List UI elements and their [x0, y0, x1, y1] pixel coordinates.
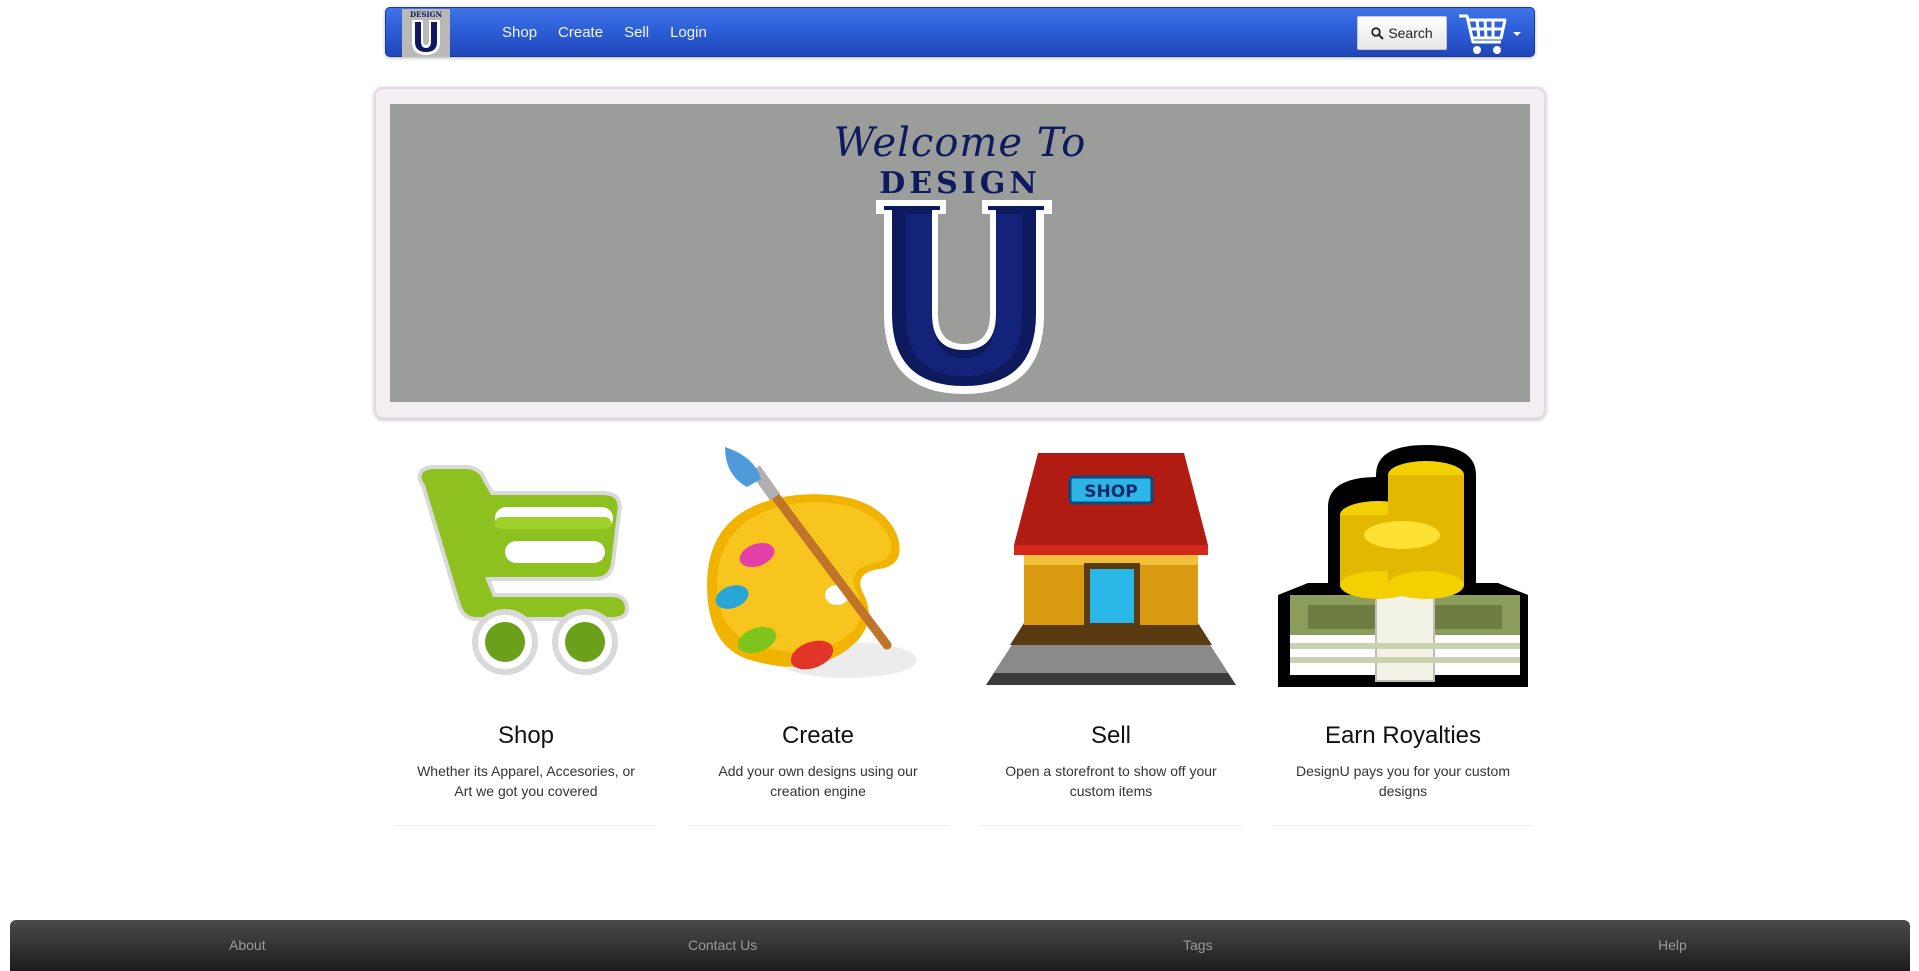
brand-logo[interactable]: DESIGN — [402, 9, 450, 57]
feature-description: Add your own designs using our creation … — [718, 763, 918, 799]
feature-title: Sell — [1090, 722, 1132, 749]
magnifier-icon — [1371, 26, 1385, 40]
feature-sell: SHOP Sell Open a storefront to show off … — [980, 445, 1242, 826]
feature-description: Open a storefront to show off your custo… — [1005, 763, 1217, 799]
search-label: Search — [1388, 25, 1433, 41]
footer-help-link[interactable]: Help — [1658, 937, 1687, 953]
feature-title: Shop — [497, 722, 555, 749]
brand-small-text: DESIGN — [410, 10, 443, 19]
footer-about-link[interactable]: About — [229, 937, 266, 953]
nav-sell-link[interactable]: Sell — [624, 24, 649, 41]
feature-create: Create Add your own designs using our cr… — [687, 445, 949, 826]
hero-image: Welcome To DESIGN — [390, 104, 1530, 402]
footer: About Contact Us Tags Help — [10, 920, 1910, 971]
design-u-logo — [876, 200, 1052, 394]
feature-description: Whether its Apparel, Accesories, or Art … — [417, 763, 635, 799]
top-navbar: DESIGN Shop Create Sell Login Search — [385, 7, 1535, 57]
nav-login-link[interactable]: Login — [670, 24, 707, 41]
chevron-down-icon[interactable] — [1513, 32, 1521, 36]
hero-welcome-text: Welcome To — [833, 120, 1087, 166]
feature-shop: Shop Whether its Apparel, Accesories, or… — [395, 445, 657, 826]
feature-title: Earn Royalties — [1324, 722, 1482, 749]
footer-tags-link[interactable]: Tags — [1183, 937, 1213, 953]
storefront-icon: SHOP — [986, 453, 1236, 685]
shop-sign-text: SHOP — [1084, 482, 1137, 502]
feature-earn-royalties: Earn Royalties DesignU pays you for your… — [1272, 445, 1534, 826]
nav-shop-link[interactable]: Shop — [502, 24, 537, 41]
money-stack-icon — [1278, 445, 1528, 687]
green-cart-icon — [417, 465, 630, 675]
search-button[interactable]: Search — [1357, 16, 1447, 50]
shopping-cart-icon — [1459, 14, 1507, 54]
paint-palette-icon — [707, 447, 917, 678]
feature-title: Create — [781, 722, 855, 749]
nav-links: Shop Create Sell Login — [502, 8, 728, 56]
feature-description: DesignU pays you for your custom designs — [1296, 763, 1510, 799]
nav-create-link[interactable]: Create — [558, 24, 603, 41]
hero-banner: Welcome To DESIGN — [374, 87, 1546, 419]
footer-contact-link[interactable]: Contact Us — [688, 937, 757, 953]
hero-design-text: DESIGN — [879, 166, 1041, 201]
